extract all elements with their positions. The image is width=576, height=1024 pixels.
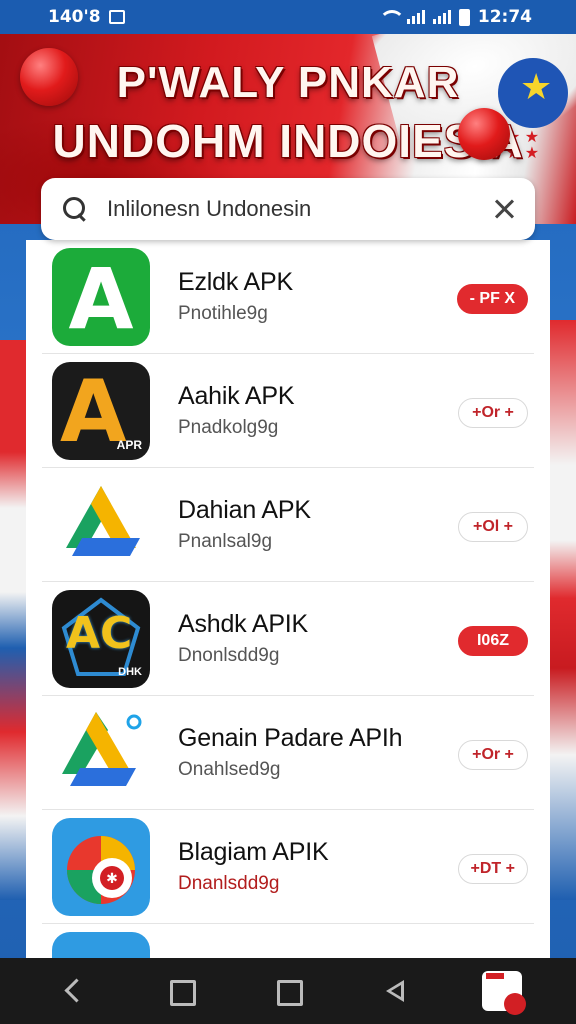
signal-icon-2 [432, 10, 451, 24]
app-7-icon [52, 932, 150, 958]
notification-icon [108, 10, 125, 24]
app-3-triangle-logo-icon [52, 475, 150, 574]
clock-left: 140'8 [48, 7, 101, 27]
search-input[interactable] [107, 196, 491, 222]
back-chevron-icon[interactable] [54, 971, 94, 1011]
list-item-app-7-partial[interactable] [42, 924, 534, 958]
clock-right: 12:74 [477, 7, 532, 27]
list-item-app-1[interactable]: A Ezldk APK Pnotihle9g - PF X [42, 240, 534, 354]
app-5-action-button[interactable]: +Or + [458, 740, 528, 770]
search-bar [41, 178, 535, 240]
status-bar: 140'8 12:74 [0, 0, 576, 34]
app-4-action-button[interactable]: I06Z [458, 626, 528, 656]
signal-icon [406, 10, 425, 24]
home-square-icon[interactable] [161, 971, 201, 1011]
list-item-app-5[interactable]: Genain Padare APIh Onahlsed9g +Or + [42, 696, 534, 810]
app-1-icon: A [52, 247, 150, 346]
app-logo-icon[interactable] [482, 971, 527, 1015]
app-2-icon: A APR [52, 361, 150, 460]
app-2-action-button[interactable]: +Or + [458, 398, 528, 428]
back-triangle-icon[interactable] [375, 971, 415, 1011]
list-item-app-4[interactable]: AC DHK Ashdk APIK Dnonlsdd9g I06Z [42, 582, 534, 696]
app-6-browser-logo-icon: ✱ [52, 817, 150, 916]
navigation-bar [0, 958, 576, 1024]
app-list: A Ezldk APK Pnotihle9g - PF X A APR Aahi… [26, 240, 550, 958]
red-ball-ornament-icon-2 [458, 108, 510, 160]
banner-title-line1: P'WALY PNKAR [116, 58, 460, 107]
list-item-app-6[interactable]: ✱ Blagiam APIK Dnanlsdd9g +DT + [42, 810, 534, 924]
svg-text:✱: ✱ [106, 870, 118, 886]
list-item-app-2[interactable]: A APR Aahik APK Pnadkolg9g +Or + [42, 354, 534, 468]
flag-edge-left [0, 340, 28, 900]
app-3-action-button[interactable]: +Ol + [458, 512, 528, 542]
wifi-icon [378, 10, 405, 24]
status-left: 140'8 [48, 7, 125, 27]
app-4-glyph: AC [66, 607, 133, 659]
recents-square-icon[interactable] [268, 971, 308, 1011]
app-5-triangle-logo-icon [52, 703, 150, 802]
app-4-tag: DHK [118, 665, 142, 678]
app-6-action-button[interactable]: +DT + [457, 854, 528, 884]
app-4-icon: AC DHK [52, 589, 150, 688]
app-1-action-button[interactable]: - PF X [456, 284, 528, 314]
app-1-glyph: A [68, 249, 134, 346]
list-item-app-3[interactable]: Dahian APK Pnanlsal9g +Ol + [42, 468, 534, 582]
battery-icon [458, 8, 470, 26]
flag-edge-right [548, 320, 576, 900]
app-2-tag: APR [116, 437, 142, 452]
close-icon[interactable] [491, 196, 517, 222]
search-icon[interactable] [61, 195, 89, 223]
status-right: 12:74 [378, 7, 532, 27]
